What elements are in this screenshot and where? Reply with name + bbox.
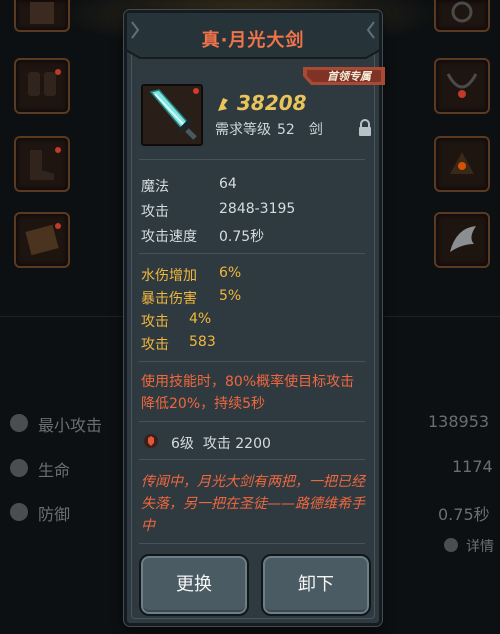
charm-icon [450, 152, 474, 174]
unequip-button[interactable]: 卸下 [261, 554, 371, 616]
bonus-value-attack-pct: 4% [189, 311, 212, 327]
ring-icon [451, 1, 473, 23]
bonus-value-crit-damage: 5% [219, 288, 242, 304]
replace-button[interactable]: 更换 [139, 554, 249, 616]
gem-attribute: 攻击 2200 [202, 436, 271, 452]
detail-link[interactable]: 详情 [466, 536, 494, 556]
divider [139, 421, 365, 422]
gloves-icon [28, 69, 61, 96]
armor-icon [30, 2, 54, 24]
attr-label-attack-speed: 攻击速度 [141, 229, 197, 245]
bonus-label-attack-flat: 攻击 [141, 337, 169, 353]
stat-label-min-attack: 最小攻击 [38, 416, 103, 435]
lock-icon[interactable] [357, 119, 373, 137]
info-icon [444, 538, 458, 552]
equip-slot-left-4[interactable] [14, 212, 70, 268]
boss-exclusive-badge: 首领专属 [303, 67, 385, 85]
attr-label-magic: 魔法 [141, 179, 169, 195]
bonus-value-attack-flat: 583 [189, 334, 216, 350]
heart-icon [10, 459, 28, 477]
item-type: 剑 [308, 122, 323, 138]
bonus-label-attack-pct: 攻击 [141, 314, 169, 330]
stat-label-defense: 防御 [38, 505, 71, 524]
divider [139, 543, 365, 544]
skill-description: 使用技能时，80%概率使目标攻击降低20%，持续5秒 [141, 374, 355, 412]
stat-value-hp: 1174 [452, 457, 493, 476]
divider [139, 361, 365, 362]
stat-label-hp: 生命 [38, 461, 71, 480]
stat-value-min-attack: 138953 [428, 412, 490, 431]
wing-icon [450, 226, 476, 252]
gem-level: 6级 [171, 436, 194, 452]
attr-label-attack: 攻击 [141, 204, 169, 220]
shield-icon [10, 503, 28, 521]
item-lore: 传闻中，月光大剑有两把，一把已经失落，另一把在圣徒——路德维希手中 [141, 474, 365, 534]
bonus-label-water-damage: 水伤增加 [141, 268, 197, 284]
bonus-label-crit-damage: 暴击伤害 [141, 291, 197, 307]
req-level-value: 52 [277, 122, 295, 138]
sword-icon [10, 414, 28, 432]
necklace-icon [446, 73, 478, 98]
stat-value-defense: 0.75秒 [438, 505, 490, 524]
req-level-label: 需求等级 [215, 122, 271, 138]
requirement-row: 需求等级 52 剑 [215, 119, 329, 139]
item-title: 真·月光大剑 [201, 30, 305, 51]
equip-slot-right-4[interactable] [434, 212, 490, 268]
divider [139, 253, 365, 254]
equip-slot-left-1[interactable] [14, 0, 70, 32]
attr-value-attack-speed: 0.75秒 [219, 229, 265, 245]
item-price: 38208 [237, 91, 307, 115]
equip-slot-left-2[interactable] [14, 58, 70, 114]
gem-icon [144, 434, 158, 448]
item-detail-panel: 真·月光大剑 首领专属 38208 需求等级 52 剑 魔法 64 攻击 284… [124, 10, 385, 626]
greatsword-icon [143, 86, 201, 144]
divider [139, 459, 365, 460]
title-bar: 真·月光大剑 [126, 12, 380, 62]
item-icon-frame [141, 84, 203, 146]
coin-icon [218, 98, 228, 111]
equip-slot-left-3[interactable] [14, 136, 70, 192]
bonus-value-water-damage: 6% [219, 265, 242, 281]
boots-icon [30, 147, 61, 180]
equip-slot-right-3[interactable] [434, 136, 490, 192]
gem-info: 6级 攻击 2200 [171, 433, 271, 453]
equip-slot-right-2[interactable] [434, 58, 490, 114]
scroll-icon [25, 223, 61, 256]
divider [139, 159, 365, 160]
equip-slot-right-1[interactable] [434, 0, 490, 32]
attr-value-attack: 2848-3195 [219, 201, 296, 217]
attr-value-magic: 64 [219, 176, 237, 192]
